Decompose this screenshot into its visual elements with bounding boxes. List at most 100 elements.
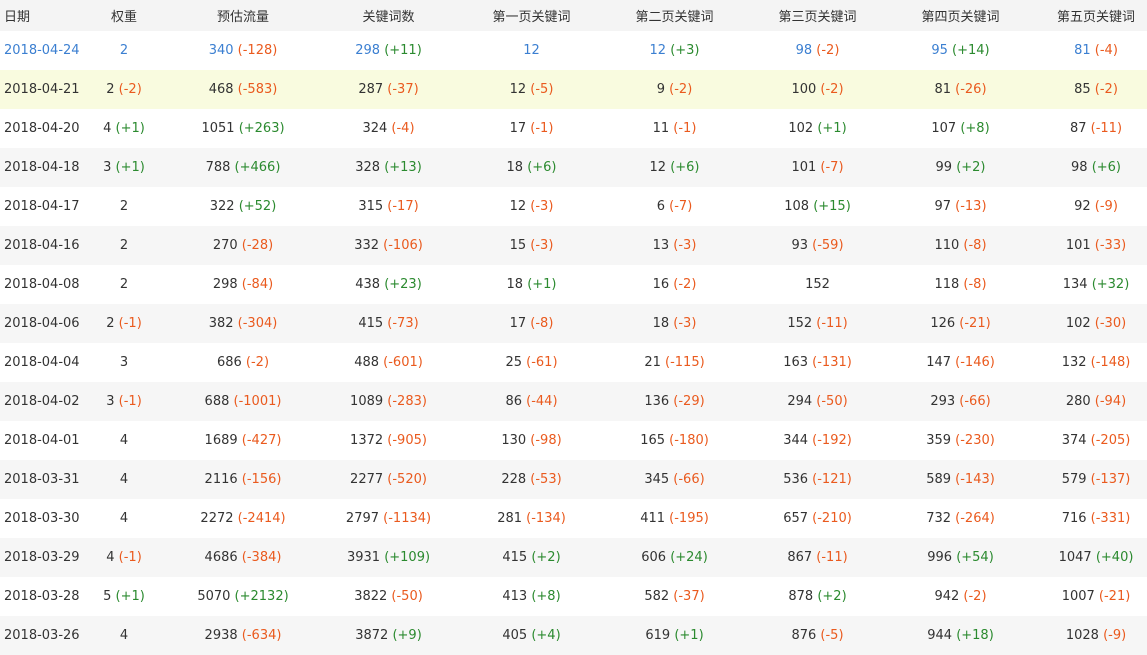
cell-value: 942: [934, 589, 960, 604]
cell-value: 15: [509, 238, 527, 253]
cell-value: 411: [640, 511, 666, 526]
column-page1-keywords-cell: 25 (-61): [460, 343, 603, 382]
column-date-cell: 2018-03-29: [0, 538, 80, 577]
cell-change: (+14): [952, 43, 990, 58]
column-weight-cell: 2 (-1): [79, 304, 169, 343]
cell-change: (-427): [241, 433, 282, 448]
table-row: 2018-04-08 2 298 (-84) 438 (+23) 18 (+1) 16 (…: [0, 265, 1147, 304]
cell-value: 1689: [204, 433, 238, 448]
column-keyword-count-cell: 415 (-73): [317, 304, 460, 343]
cell-value: 81: [934, 82, 951, 97]
column-date-cell: 2018-03-31: [0, 460, 80, 499]
cell-change: (-128): [237, 43, 278, 58]
cell-value: 92: [1074, 199, 1091, 214]
cell-value: 3931: [346, 550, 381, 565]
cell-value: 18: [652, 316, 670, 331]
cell-change: (-11): [816, 550, 848, 565]
cell-value: 4: [119, 628, 129, 643]
column-estimated-traffic-cell: 688 (-1001): [169, 382, 317, 421]
column-page2-keywords-cell: 12 (+3): [603, 31, 746, 70]
cell-value: 107: [931, 121, 957, 136]
cell-value: 281: [497, 511, 523, 526]
column-page2-keywords-cell: 21 (-115): [603, 343, 746, 382]
column-page3-keywords-cell: 878 (+2): [746, 577, 889, 616]
column-page3-keywords-cell: 102 (+1): [746, 109, 889, 148]
column-weight-cell: 5 (+1): [79, 577, 169, 616]
column-page5-keywords-cell: 87 (-11): [1032, 109, 1147, 148]
cell-change: (-264): [955, 511, 995, 526]
column-estimated-traffic-cell: 4686 (-384): [169, 538, 317, 577]
column-page5-keywords-cell: 102 (-30): [1032, 304, 1147, 343]
column-weight-cell: 2 (-2): [79, 70, 169, 109]
column-estimated-traffic-cell: 2938 (-634): [169, 616, 317, 655]
cell-change: (-583): [237, 82, 278, 97]
cell-change: (+2): [817, 589, 847, 604]
cell-value: 315: [358, 199, 384, 214]
cell-value: 2018-04-20: [4, 121, 80, 136]
cell-change: (-1): [118, 394, 142, 409]
column-page3-keywords-cell: 876 (-5): [746, 616, 889, 655]
cell-value: 152: [787, 316, 813, 331]
cell-change: (-121): [812, 472, 852, 487]
column-page2-keywords-cell: 606 (+24): [603, 538, 746, 577]
cell-change: (-66): [959, 394, 991, 409]
cell-value: 2018-04-06: [4, 316, 80, 331]
column-page5-keywords-cell: 579 (-137): [1032, 460, 1147, 499]
column-weight-cell: 2: [79, 31, 169, 70]
column-page4-keywords-cell: 81 (-26): [889, 70, 1032, 109]
cell-value: 298: [212, 277, 238, 292]
cell-value: 328: [355, 160, 381, 175]
cell-change: (-1): [118, 550, 142, 565]
cell-change: (-2): [118, 82, 142, 97]
column-page3-keywords-cell: 536 (-121): [746, 460, 889, 499]
table-row: 2018-03-30 4 2272 (-2414) 2797 (-1134) 281 (…: [0, 499, 1147, 538]
column-page1-keywords-cell: 12: [460, 31, 603, 70]
column-page5-keywords-cell: 1047 (+40): [1032, 538, 1147, 577]
column-page4-keywords-cell: 996 (+54): [889, 538, 1032, 577]
table-row: 2018-03-31 4 2116 (-156) 2277 (-520) 228 (-5…: [0, 460, 1147, 499]
column-keyword-count-cell: 287 (-37): [317, 70, 460, 109]
column-page3-keywords-cell: 93 (-59): [746, 226, 889, 265]
column-page2-keywords-cell: 165 (-180): [603, 421, 746, 460]
cell-value: 85: [1074, 82, 1091, 97]
column-page1-keywords-cell: 281 (-134): [460, 499, 603, 538]
cell-change: (+6): [527, 160, 557, 175]
cell-value: 101: [791, 160, 817, 175]
column-page2-keywords-cell: 13 (-3): [603, 226, 746, 265]
cell-change: (-3): [530, 238, 554, 253]
column-estimated-traffic-cell: 686 (-2): [169, 343, 317, 382]
cell-value: 147: [926, 355, 952, 370]
cell-value: 3: [103, 160, 112, 175]
table-row: 2018-04-21 2 (-2) 468 (-583) 287 (-37) 12 (-…: [0, 70, 1147, 109]
cell-value: 345: [644, 472, 670, 487]
cell-value: 2018-04-18: [4, 160, 80, 175]
table-row: 2018-03-29 4 (-1) 4686 (-384) 3931 (+109) 41…: [0, 538, 1147, 577]
cell-change: (-50): [391, 589, 423, 604]
cell-change: (+32): [1091, 277, 1130, 292]
column-date-cell: 2018-04-04: [0, 343, 80, 382]
cell-value: 11: [652, 121, 670, 136]
cell-value: 686: [216, 355, 242, 370]
cell-change: (-9): [1094, 199, 1118, 214]
table-row: 2018-04-18 3 (+1) 788 (+466) 328 (+13) 18 (+…: [0, 148, 1147, 187]
cell-change: (+2): [531, 550, 561, 565]
cell-value: 102: [1065, 316, 1091, 331]
cell-change: (+1): [674, 628, 704, 643]
column-estimated-traffic-cell: 298 (-84): [169, 265, 317, 304]
column-keyword-count-cell: 1372 (-905): [317, 421, 460, 460]
cell-value: 98: [1071, 160, 1088, 175]
cell-change: (-134): [526, 511, 566, 526]
cell-value: 359: [926, 433, 952, 448]
cell-value: 118: [934, 277, 960, 292]
table-body: 2018-04-24 2 340 (-128) 298 (+11) 12 12 (+3) 9…: [0, 31, 1147, 655]
cell-change: (+2): [956, 160, 986, 175]
cell-change: (-2): [963, 589, 987, 604]
cell-value: 12: [649, 160, 667, 175]
cell-value: 100: [791, 82, 817, 97]
column-keyword-count-cell: 438 (+23): [317, 265, 460, 304]
column-page5-keywords-cell: 134 (+32): [1032, 265, 1147, 304]
cell-value: 867: [787, 550, 813, 565]
table-row: 2018-04-16 2 270 (-28) 332 (-106) 15 (-3) 13 …: [0, 226, 1147, 265]
cell-change: (-2): [245, 355, 270, 370]
column-page2-keywords-cell: 136 (-29): [603, 382, 746, 421]
